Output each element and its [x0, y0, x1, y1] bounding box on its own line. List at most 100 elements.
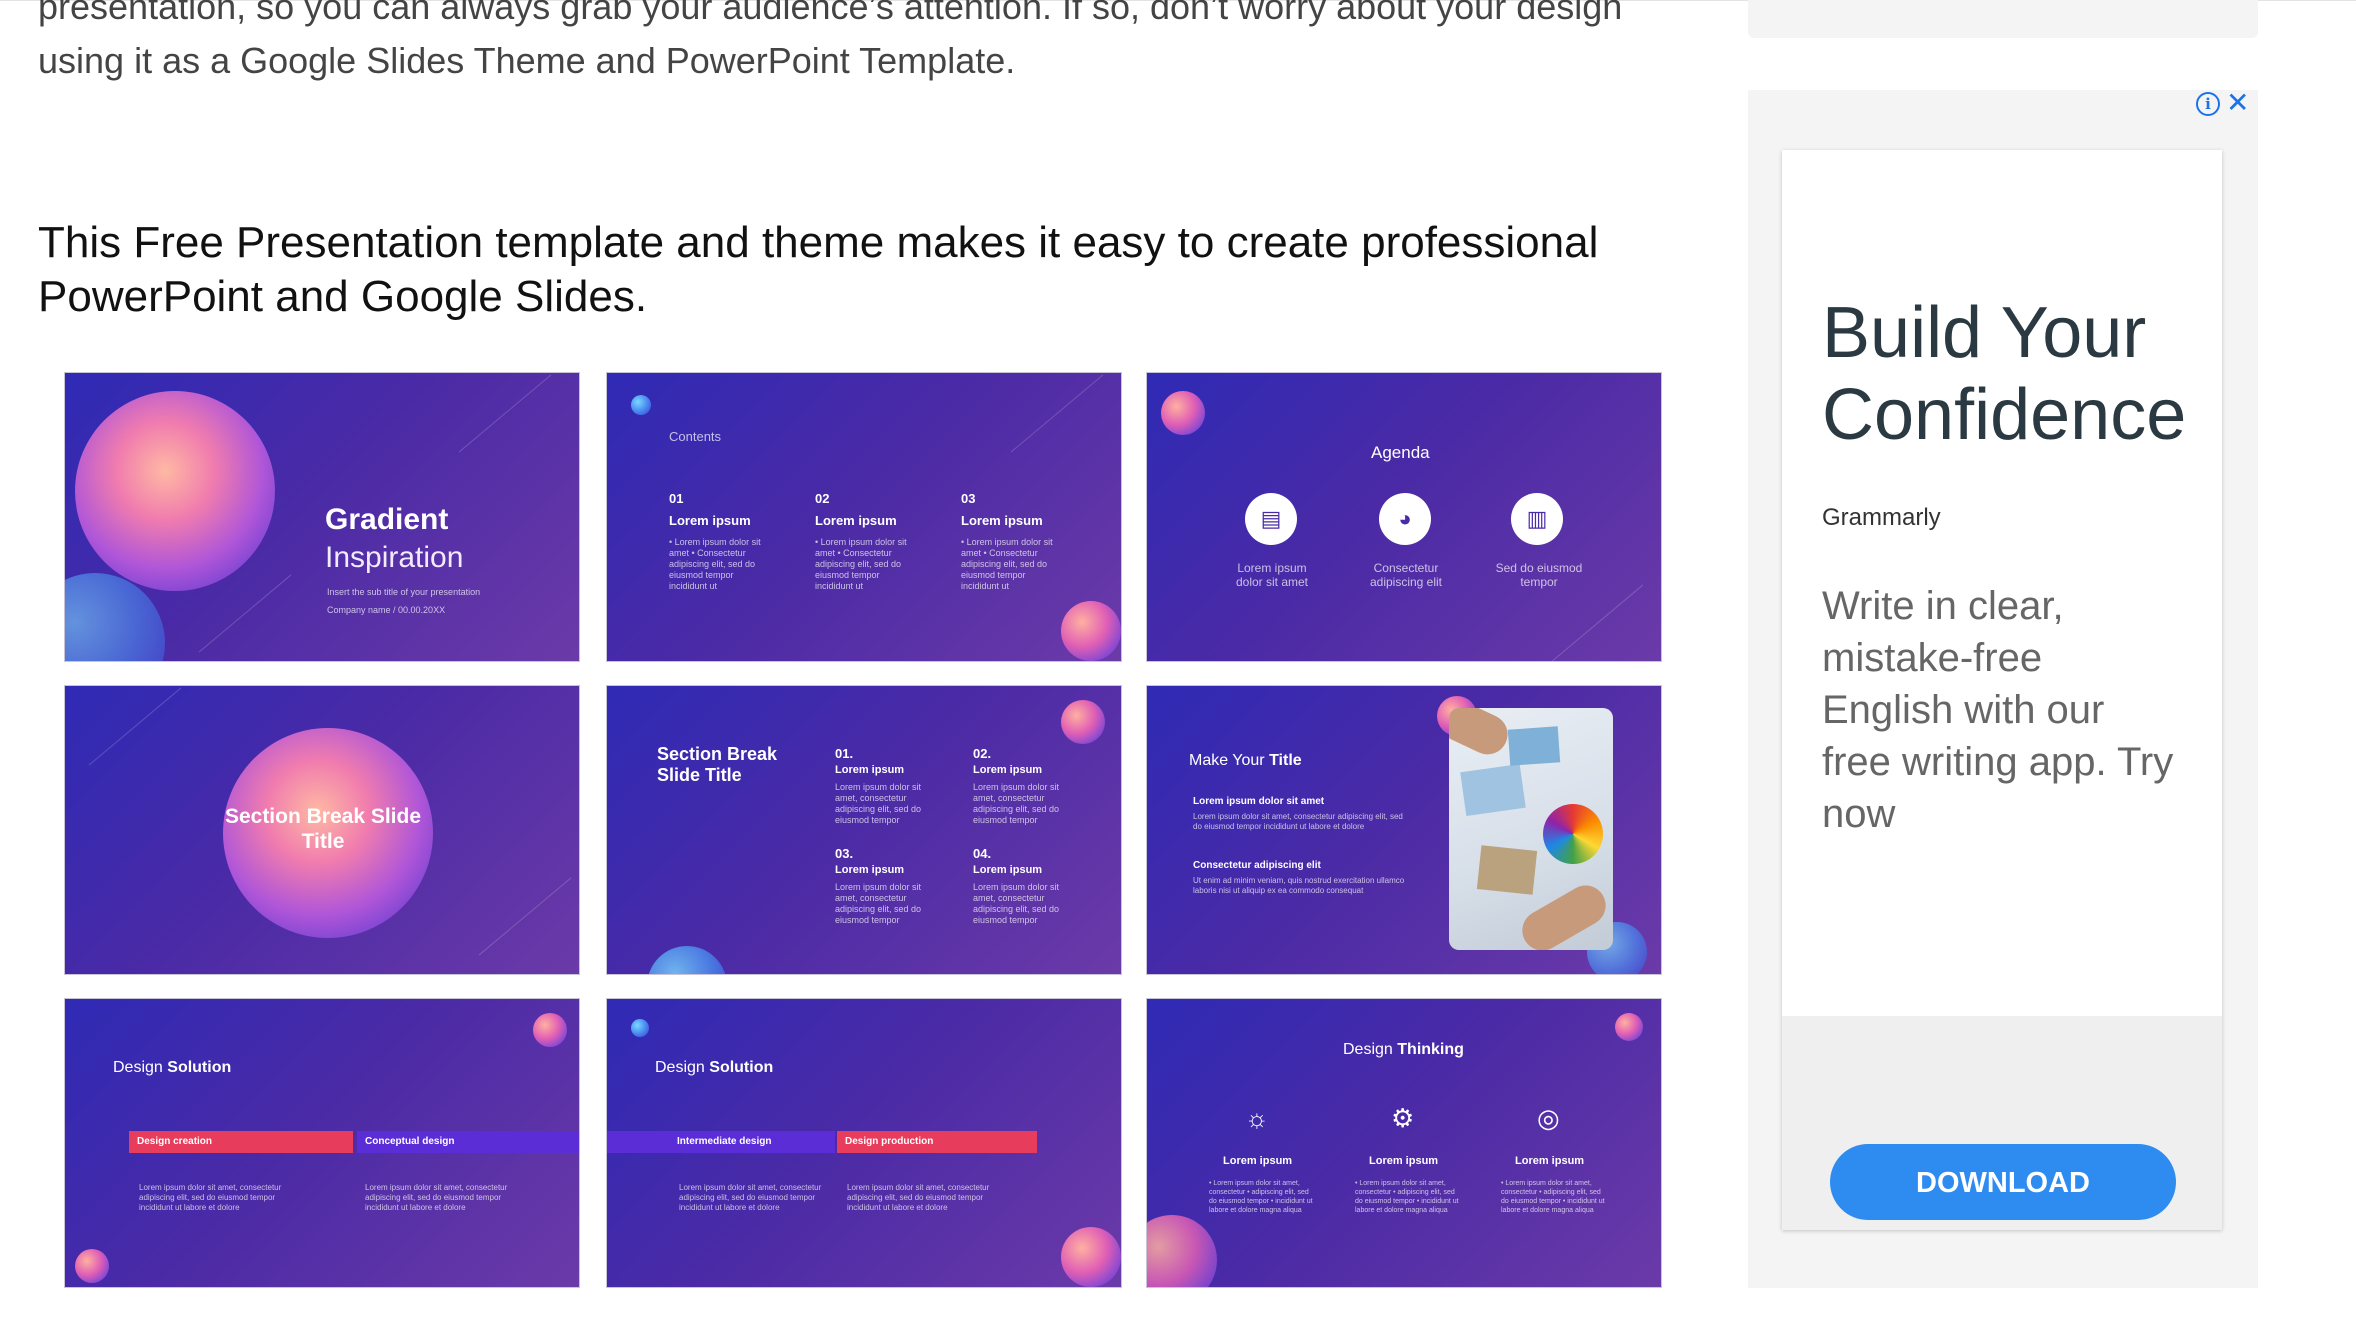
ad-headline: Build Your Confidence: [1822, 293, 2187, 455]
item-text: • Lorem ipsum dolor sit amet, consectetu…: [1501, 1180, 1605, 1214]
list-text: Lorem ipsum dolor sit amet, consectetur …: [973, 782, 1060, 825]
slide-title: Design Thinking: [1343, 1041, 1464, 1059]
slide-thumbnail-title[interactable]: Gradient Inspiration Insert the sub titl…: [64, 372, 580, 662]
list-text: Lorem ipsum dolor sit amet, consectetur …: [973, 882, 1060, 925]
phase-text: Lorem ipsum dolor sit amet, consectetur …: [139, 1183, 282, 1212]
slide-thumbnail-agenda[interactable]: Agenda ▤ ◕ ▥ Lorem ipsum dolor sit amet …: [1146, 372, 1662, 662]
agenda-item-label: Sed do eiusmod tempor: [1495, 561, 1583, 589]
article-intro-text: presentation, so you can always grab you…: [38, 0, 1623, 81]
gradient-orb: [1061, 1227, 1121, 1287]
item-title: Lorem ipsum: [1369, 1155, 1439, 1167]
slide-title-light: Design: [655, 1059, 705, 1076]
slide-thumbnail-contents[interactable]: Contents 01 Lorem ipsum • Lorem ipsum do…: [606, 372, 1122, 662]
phase-text: Lorem ipsum dolor sit amet, consectetur …: [365, 1183, 508, 1212]
slide-thumbnail-photo[interactable]: Make Your Title Lorem ipsum dolor sit am…: [1146, 685, 1662, 975]
bar-chart-icon: ▥: [1511, 493, 1563, 545]
decorative-streak: [1550, 584, 1644, 661]
gradient-orb: [1161, 391, 1205, 435]
agenda-item-label: Consectetur adipiscing elit: [1369, 561, 1443, 589]
slide-thumbnail-section-break[interactable]: Section Break Slide Title: [64, 685, 580, 975]
slide-title-bold: Title: [1269, 752, 1302, 769]
list-number: 04.: [973, 846, 992, 861]
phase-bar: Design production: [837, 1131, 1037, 1153]
slide-heading: Contents: [669, 429, 722, 444]
slide-col-number: 02: [815, 491, 830, 506]
phase-text: Lorem ipsum dolor sit amet, consectetur …: [847, 1183, 990, 1212]
phase-bar: Design creation: [129, 1131, 353, 1153]
lightbulb-icon: ☼: [1245, 1103, 1269, 1133]
slide-subtitle: Inspiration: [325, 541, 464, 574]
slide-title: Make Your Title: [1189, 752, 1302, 770]
slide-thumbnail-design-solution-2[interactable]: Design Solution Intermediate design Desi…: [606, 998, 1122, 1288]
phase-bar: Intermediate design: [607, 1131, 835, 1153]
slide-subheading: Consectetur adipiscing elit: [1193, 860, 1321, 871]
slide-title: Section Break Slide Title: [657, 744, 778, 785]
ad-info-icon[interactable]: i: [2196, 92, 2220, 116]
slide-thumbnail-design-thinking[interactable]: Design Thinking ☼ ⚙ ◎ Lorem ipsum Lorem …: [1146, 998, 1662, 1288]
slide-heading: Agenda: [1371, 443, 1430, 462]
slide-title: Design Solution: [655, 1059, 773, 1077]
sidebar-advertisement: i ✕ Build Your Confidence Grammarly Writ…: [1748, 88, 2258, 1288]
slide-subheading: Lorem ipsum dolor sit amet: [1193, 796, 1325, 807]
slide-paragraph: Lorem ipsum dolor sit amet, consectetur …: [1193, 812, 1403, 831]
clipboard-icon: ▤: [1245, 493, 1297, 545]
slide-col-text: • Lorem ipsum dolor sit amet • Consectet…: [669, 537, 761, 591]
slide-col-text: • Lorem ipsum dolor sit amet • Consectet…: [815, 537, 907, 591]
gradient-orb: [1147, 1215, 1217, 1287]
gradient-orb: [631, 395, 651, 415]
ad-card[interactable]: Build Your Confidence Grammarly Write in…: [1782, 150, 2222, 1230]
gradient-orb: [647, 946, 727, 974]
target-icon: ◎: [1537, 1103, 1560, 1133]
slide-caption: Insert the sub title of your presentatio…: [327, 587, 481, 597]
slide-title-light: Design: [113, 1059, 163, 1076]
gradient-orb: [533, 1013, 567, 1047]
download-button[interactable]: DOWNLOAD: [1830, 1144, 2176, 1220]
decorative-streak: [198, 574, 292, 653]
color-wheel: [1543, 804, 1603, 864]
ad-brand: Grammarly: [1822, 504, 1941, 531]
slide-title-bold: Solution: [167, 1059, 232, 1076]
slide-thumbnail-section-break-list[interactable]: Section Break Slide Title 01. Lorem ipsu…: [606, 685, 1122, 975]
slide-title: Gradient: [325, 503, 449, 536]
slide-title-light: Make Your: [1189, 752, 1265, 769]
slide-title: Section Break Slide Title: [224, 805, 422, 853]
decorative-streak: [478, 877, 572, 956]
gradient-orb: [1061, 700, 1105, 744]
photo-hand: [1449, 708, 1515, 761]
ad-close-icon[interactable]: ✕: [2226, 88, 2249, 118]
list-number: 02.: [973, 746, 992, 761]
slide-col-number: 03: [961, 491, 976, 506]
pie-chart-icon: ◕: [1379, 493, 1431, 545]
slide-thumbnail-design-solution[interactable]: Design Solution Design creation Conceptu…: [64, 998, 580, 1288]
workspace-photo: [1449, 708, 1613, 950]
list-title: Lorem ipsum: [973, 864, 1043, 876]
photo-print: [1460, 764, 1526, 816]
decorative-streak: [88, 687, 182, 766]
slide-title: Design Solution: [113, 1059, 231, 1077]
decorative-streak: [458, 374, 552, 453]
gradient-orb: [75, 1249, 109, 1283]
slide-col-text: • Lorem ipsum dolor sit amet • Consectet…: [961, 537, 1053, 591]
list-title: Lorem ipsum: [835, 864, 905, 876]
list-title: Lorem ipsum: [835, 764, 905, 776]
article-heading: This Free Presentation template and them…: [38, 218, 1599, 321]
agenda-item-label: Lorem ipsum dolor sit amet: [1235, 561, 1309, 589]
slide-col-title: Lorem ipsum: [815, 513, 897, 528]
list-number: 03.: [835, 846, 854, 861]
list-title: Lorem ipsum: [973, 764, 1043, 776]
list-text: Lorem ipsum dolor sit amet, consectetur …: [835, 882, 922, 925]
gradient-orb: [1615, 1013, 1643, 1041]
item-title: Lorem ipsum: [1515, 1155, 1585, 1167]
list-number: 01.: [835, 746, 854, 761]
slide-preview-grid: Gradient Inspiration Insert the sub titl…: [64, 372, 1664, 1290]
slide-title-light: Design: [1343, 1041, 1393, 1058]
decorative-streak: [1010, 374, 1104, 453]
slide-col-title: Lorem ipsum: [669, 513, 751, 528]
gear-icon: ⚙: [1391, 1103, 1415, 1133]
slide-col-title: Lorem ipsum: [961, 513, 1043, 528]
item-text: • Lorem ipsum dolor sit amet, consectetu…: [1209, 1180, 1313, 1214]
gradient-orb: [1061, 601, 1121, 661]
gradient-orb: [75, 391, 275, 591]
sidebar-widget-bottom: [1748, 0, 2258, 38]
photo-print: [1476, 845, 1538, 895]
